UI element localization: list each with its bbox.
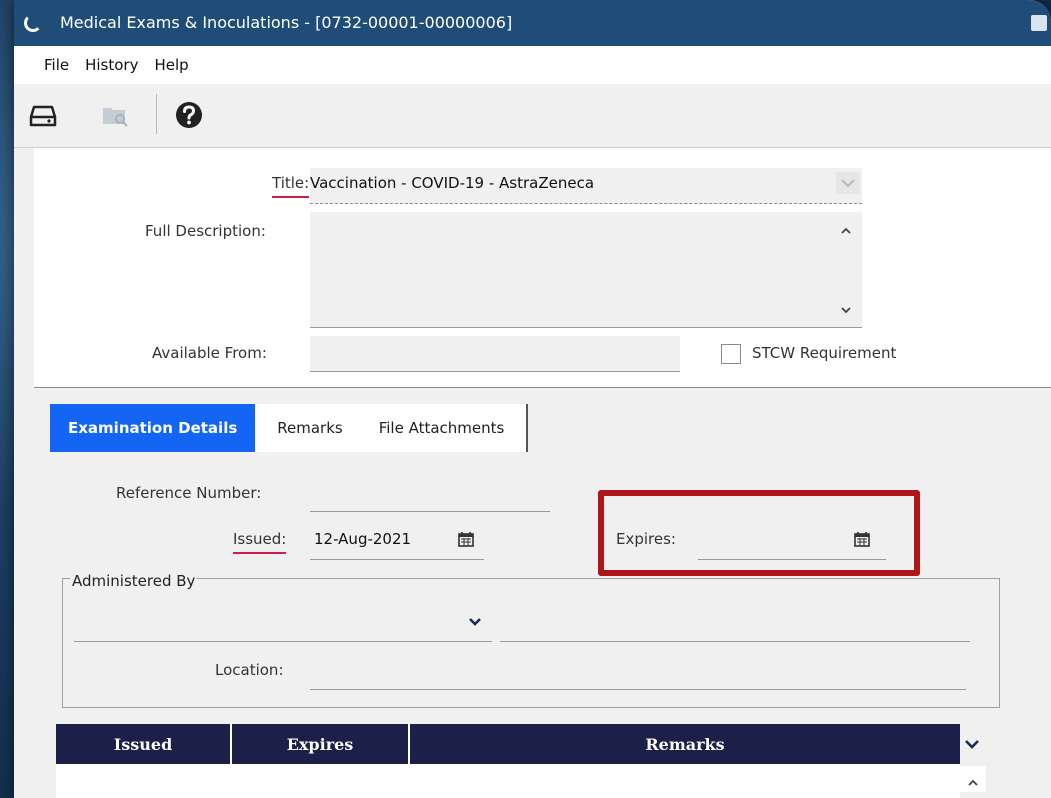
help-icon[interactable] (174, 100, 204, 130)
administered-by-legend: Administered By (70, 572, 198, 590)
reference-number-field[interactable] (310, 476, 550, 512)
available-from-label: Available From: (152, 344, 267, 362)
tab-examination-details[interactable]: Examination Details (50, 404, 256, 452)
grid-column-expires[interactable]: Expires (232, 724, 410, 764)
administered-by-combobox[interactable] (74, 600, 492, 642)
window-control-icon[interactable] (1031, 15, 1047, 31)
tab-remarks[interactable]: Remarks (255, 404, 361, 452)
header-panel: Title: Vaccination - COVID-19 - AstraZen… (34, 148, 1051, 388)
tab-remarks-label: Remarks (277, 419, 343, 437)
menu-file[interactable]: File (44, 56, 69, 74)
window-title: Medical Exams & Inoculations - [0732-000… (60, 13, 513, 32)
toolbar-separator (156, 94, 157, 134)
full-description-label: Full Description: (145, 222, 266, 240)
expires-highlight-box (598, 490, 920, 576)
title-combobox[interactable]: Vaccination - COVID-19 - AstraZeneca (310, 168, 862, 204)
title-dropdown-icon[interactable] (836, 172, 860, 194)
title-label: Title: (272, 174, 310, 198)
app-icon (24, 14, 42, 32)
grid-column-issued-label: Issued (113, 734, 173, 754)
stcw-label: STCW Requirement (752, 344, 897, 362)
stcw-checkbox[interactable] (721, 344, 741, 364)
administered-by-name-field[interactable] (500, 600, 970, 642)
menu-bar: File History Help (14, 46, 1051, 84)
menu-help[interactable]: Help (154, 56, 188, 74)
title-value: Vaccination - COVID-19 - AstraZeneca (310, 174, 595, 192)
reference-number-label: Reference Number: (116, 484, 262, 502)
history-grid-body[interactable] (56, 764, 960, 798)
grid-scrollbar[interactable] (960, 766, 986, 792)
tab-file-attachments-label: File Attachments (378, 419, 505, 437)
grid-column-issued[interactable]: Issued (56, 724, 232, 764)
save-icon[interactable] (28, 100, 58, 130)
tab-strip: Examination Details Remarks File Attachm… (50, 404, 529, 456)
scroll-down-icon[interactable] (840, 301, 852, 319)
issued-calendar-icon[interactable] (458, 531, 474, 551)
grid-column-remarks-label: Remarks (645, 734, 725, 754)
medical-exams-window: Medical Exams & Inoculations - [0732-000… (14, 0, 1051, 798)
grid-expand-icon[interactable] (964, 736, 980, 754)
menu-history[interactable]: History (85, 56, 138, 74)
tab-strip-divider (526, 404, 529, 452)
location-field[interactable] (310, 652, 966, 690)
grid-column-expires-label: Expires (286, 734, 354, 754)
tab-examination-details-label: Examination Details (68, 419, 238, 437)
available-from-field[interactable] (310, 336, 680, 372)
history-grid-header: Issued Expires Remarks (56, 724, 960, 764)
issued-date-field[interactable]: 12-Aug-2021 (310, 522, 484, 560)
administered-by-dropdown-icon[interactable] (468, 614, 482, 632)
scroll-up-icon[interactable] (840, 222, 852, 240)
issued-label: Issued: (233, 530, 287, 554)
grid-column-remarks[interactable]: Remarks (410, 724, 960, 764)
toolbar (14, 84, 1051, 148)
browse-folder-icon[interactable] (100, 100, 130, 130)
full-description-textarea[interactable] (310, 212, 862, 328)
title-bar: Medical Exams & Inoculations - [0732-000… (14, 0, 1051, 46)
issued-date-value: 12-Aug-2021 (314, 530, 412, 548)
grid-scroll-up-icon[interactable] (967, 774, 979, 792)
tab-file-attachments[interactable]: File Attachments (360, 404, 527, 452)
location-label: Location: (215, 661, 284, 679)
